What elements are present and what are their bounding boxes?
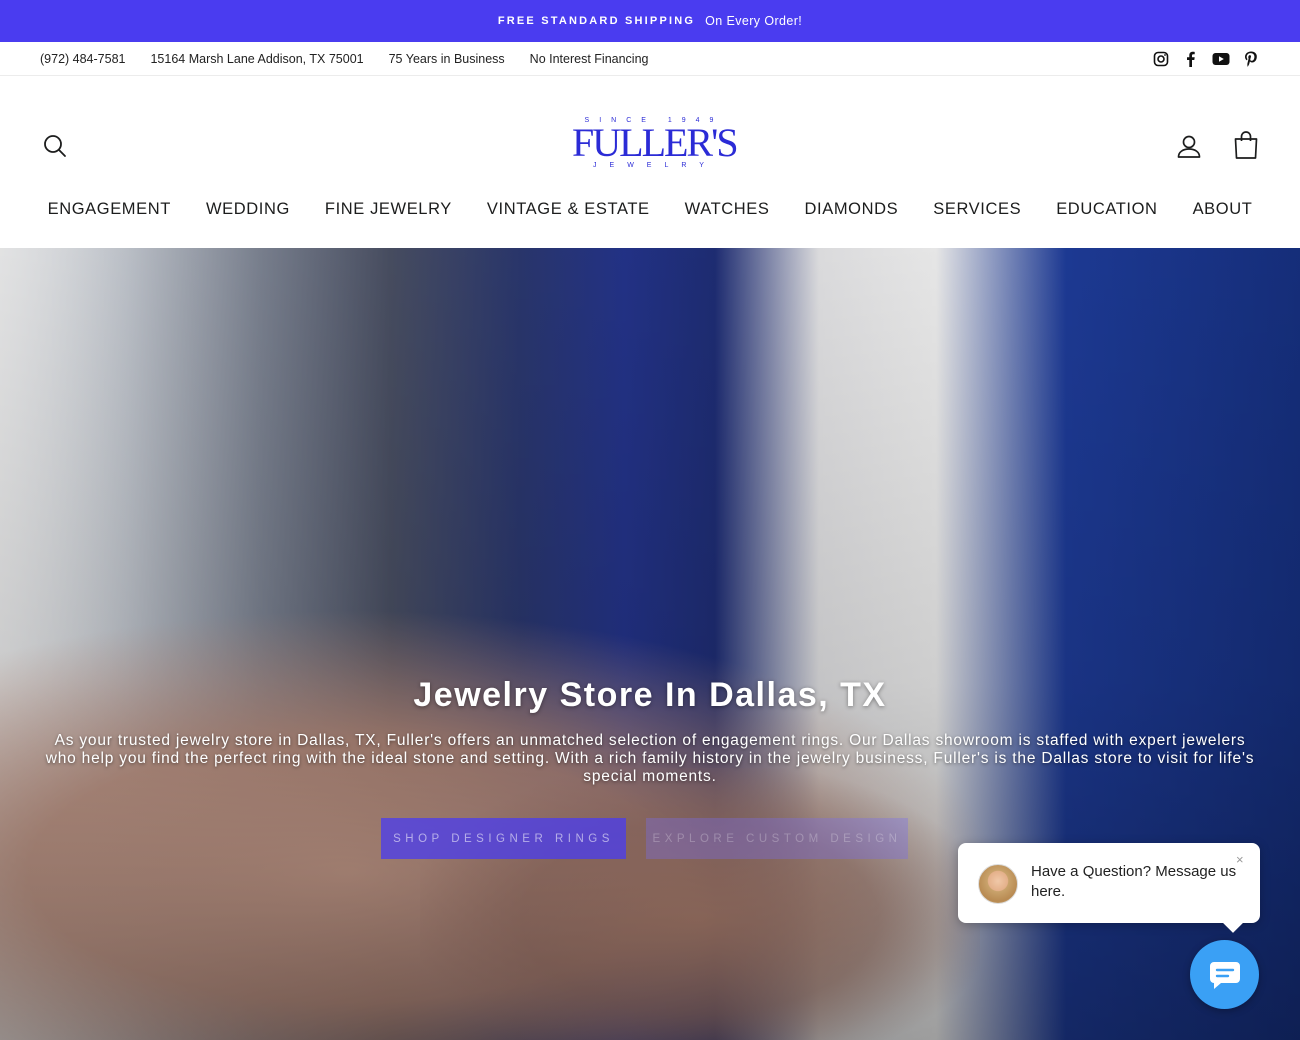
chat-agent-avatar xyxy=(978,864,1018,904)
nav-education[interactable]: EDUCATION xyxy=(1056,200,1157,219)
years-text: 75 Years in Business xyxy=(388,51,505,66)
phone-link[interactable]: (972) 484-7581 xyxy=(40,52,125,66)
facebook-icon[interactable] xyxy=(1182,50,1200,68)
social-links xyxy=(1152,50,1260,68)
announcement-bar: FREE STANDARD SHIPPING On Every Order! xyxy=(0,0,1300,42)
site-logo[interactable]: SINCE 1949 FULLER'S JEWELRY xyxy=(572,116,739,174)
hero-title: Jewelry Store In Dallas, TX xyxy=(413,676,887,714)
nav-about[interactable]: ABOUT xyxy=(1193,200,1253,219)
cart-icon[interactable] xyxy=(1232,130,1260,160)
nav-fine-jewelry[interactable]: FINE JEWELRY xyxy=(325,200,452,219)
nav-wedding[interactable]: WEDDING xyxy=(206,200,290,219)
hero-description: As your trusted jewelry store in Dallas,… xyxy=(45,732,1255,785)
announcement-text: On Every Order! xyxy=(705,14,803,28)
address-link[interactable]: 15164 Marsh Lane Addison, TX 75001 xyxy=(150,52,363,66)
account-icon[interactable] xyxy=(1175,132,1203,160)
site-header: SINCE 1949 FULLER'S JEWELRY ENGAGEMENT W… xyxy=(0,76,1300,248)
explore-custom-design-button[interactable]: EXPLORE CUSTOM DESIGN xyxy=(646,818,908,859)
financing-link[interactable]: No Interest Financing xyxy=(530,52,649,66)
chat-prompt[interactable]: Have a Question? Message us here. × xyxy=(958,843,1260,923)
nav-diamonds[interactable]: DIAMONDS xyxy=(805,200,899,219)
utility-bar: (972) 484-7581 15164 Marsh Lane Addison,… xyxy=(0,42,1300,76)
nav-watches[interactable]: WATCHES xyxy=(685,200,770,219)
pinterest-icon[interactable] xyxy=(1242,50,1260,68)
search-icon[interactable] xyxy=(42,133,68,159)
nav-vintage-estate[interactable]: VINTAGE & ESTATE xyxy=(487,200,650,219)
nav-engagement[interactable]: ENGAGEMENT xyxy=(48,200,171,219)
youtube-icon[interactable] xyxy=(1212,50,1230,68)
close-icon[interactable]: × xyxy=(1236,852,1244,867)
chat-prompt-text: Have a Question? Message us here. xyxy=(1031,863,1237,900)
logo-sub: JEWELRY xyxy=(593,162,717,169)
nav-services[interactable]: SERVICES xyxy=(933,200,1021,219)
shop-designer-rings-button[interactable]: SHOP DESIGNER RINGS xyxy=(381,818,626,859)
chat-icon xyxy=(1209,961,1240,989)
main-nav: ENGAGEMENT WEDDING FINE JEWELRY VINTAGE … xyxy=(0,200,1300,219)
instagram-icon[interactable] xyxy=(1152,50,1170,68)
logo-name: FULLER'S xyxy=(572,120,739,165)
announcement-bold: FREE STANDARD SHIPPING xyxy=(497,15,696,27)
chat-launcher-button[interactable] xyxy=(1190,940,1259,1009)
